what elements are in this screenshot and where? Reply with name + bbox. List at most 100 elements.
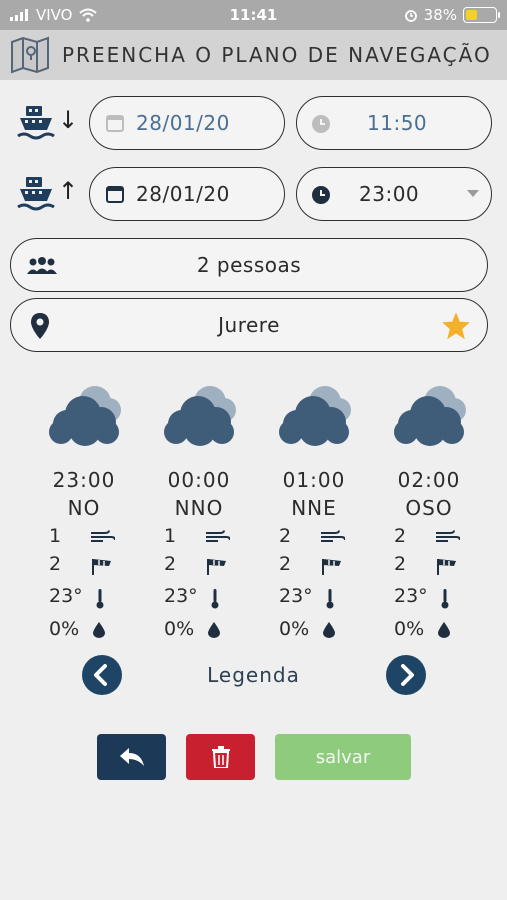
- ship-icon: [17, 106, 55, 140]
- forecast-wind: 1: [49, 525, 62, 547]
- return-date-field[interactable]: 28/01/20: [89, 167, 285, 221]
- wind-icon: [91, 530, 115, 542]
- trash-icon: [211, 746, 230, 768]
- forecast-rain-row: 0%: [49, 618, 105, 640]
- forecast-wave: 2: [279, 553, 292, 575]
- forecast-wind: 2: [279, 525, 292, 547]
- forecast-wind: 1: [164, 525, 177, 547]
- forecast-rain: 0%: [164, 618, 195, 640]
- forecast-rain-row: 0%: [279, 618, 335, 640]
- forecast-temp: 23°: [49, 585, 83, 607]
- return-time-field[interactable]: 23:00: [296, 167, 492, 221]
- forecast-wind-row: 1: [49, 525, 115, 547]
- thermometer-icon: [211, 589, 219, 609]
- forecast-column: 01:00 NNE 2 2 23° 0%: [275, 380, 385, 640]
- forecast-temp: 23°: [279, 585, 313, 607]
- forecast-rain: 0%: [49, 618, 80, 640]
- departure-row: ↓ 28/01/20 11:50: [0, 96, 507, 150]
- delete-button[interactable]: [186, 734, 255, 780]
- forecast-wind: 2: [394, 525, 407, 547]
- cloud-icon: [394, 386, 466, 446]
- departure-date-value: 28/01/20: [136, 111, 230, 135]
- arrow-down-icon: ↓: [58, 106, 79, 134]
- forecast-wave-row: 2: [49, 553, 111, 575]
- back-button[interactable]: [97, 734, 166, 780]
- forecast-rain: 0%: [394, 618, 425, 640]
- thermometer-icon: [96, 589, 104, 609]
- ship-icon: [17, 177, 55, 211]
- forecast-temp-row: 23°: [164, 585, 219, 609]
- status-bar: VIVO 11:41 38%: [0, 0, 507, 30]
- departure-time-value: 11:50: [367, 111, 428, 135]
- forecast-hour: 23:00: [52, 468, 116, 492]
- page-title: PREENCHA O PLANO DE NAVEGAÇÃO: [62, 43, 492, 67]
- wind-icon: [436, 530, 460, 542]
- location-value: Jurere: [218, 313, 280, 337]
- cloud-icon: [49, 386, 121, 446]
- clock-icon: [312, 115, 330, 133]
- forecast-wind-direction: NNE: [291, 496, 337, 520]
- rain-drop-icon: [93, 622, 105, 638]
- forecast-rain: 0%: [279, 618, 310, 640]
- departure-date-field[interactable]: 28/01/20: [89, 96, 285, 150]
- forecast-wind-row: 2: [279, 525, 345, 547]
- forecast-column: 23:00 NO 1 2 23° 0%: [45, 380, 155, 640]
- forecast-hour: 00:00: [167, 468, 231, 492]
- page-header: PREENCHA O PLANO DE NAVEGAÇÃO: [0, 30, 507, 80]
- legend-label[interactable]: Legenda: [0, 663, 507, 687]
- forecast-temp: 23°: [394, 585, 428, 607]
- windsock-icon: [322, 559, 341, 575]
- location-field[interactable]: Jurere: [10, 298, 488, 352]
- return-time-value: 23:00: [359, 182, 420, 206]
- forecast-wave-row: 2: [279, 553, 341, 575]
- action-bar: salvar: [0, 734, 507, 780]
- rain-drop-icon: [438, 622, 450, 638]
- calendar-icon: [106, 186, 124, 203]
- forecast-column: 00:00 NNO 1 2 23° 0%: [160, 380, 270, 640]
- forecast-wind-row: 2: [394, 525, 460, 547]
- forecast-wind-direction: OSO: [405, 496, 453, 520]
- people-value: 2 pessoas: [196, 253, 302, 277]
- forecast-wave-row: 2: [164, 553, 226, 575]
- dropdown-caret-icon: [467, 190, 479, 197]
- map-icon: [11, 36, 49, 74]
- status-right: 38%: [404, 6, 500, 24]
- forecast-temp: 23°: [164, 585, 198, 607]
- forecast-wave: 2: [394, 553, 407, 575]
- thermometer-icon: [441, 589, 449, 609]
- next-button[interactable]: [386, 655, 426, 695]
- forecast-wave-row: 2: [394, 553, 456, 575]
- battery-icon: [463, 7, 500, 23]
- cloud-icon: [279, 386, 351, 446]
- wind-icon: [206, 530, 230, 542]
- return-date-value: 28/01/20: [136, 182, 230, 206]
- arrow-up-icon: ↑: [58, 177, 79, 205]
- windsock-icon: [437, 559, 456, 575]
- forecast-wind-direction: NNO: [174, 496, 224, 520]
- save-button[interactable]: salvar: [275, 734, 411, 780]
- chevron-right-icon: [401, 664, 414, 686]
- alarm-icon: [404, 10, 417, 22]
- rain-drop-icon: [323, 622, 335, 638]
- cloud-icon: [164, 386, 236, 446]
- forecast-temp-row: 23°: [49, 585, 104, 609]
- forecast-hour: 01:00: [282, 468, 346, 492]
- battery-fill: [466, 10, 477, 20]
- return-row: ↑ 28/01/20 23:00: [0, 167, 507, 221]
- forecast-wave: 2: [49, 553, 62, 575]
- forecast-rain-row: 0%: [164, 618, 220, 640]
- windsock-icon: [207, 559, 226, 575]
- legend-row: Legenda: [0, 655, 507, 695]
- people-field[interactable]: 2 pessoas: [10, 238, 488, 292]
- calendar-icon: [106, 115, 124, 132]
- star-icon[interactable]: [441, 311, 471, 341]
- battery-percent: 38%: [423, 6, 457, 24]
- forecast-wind-row: 1: [164, 525, 230, 547]
- departure-time-field[interactable]: 11:50: [296, 96, 492, 150]
- wind-icon: [321, 530, 345, 542]
- forecast-wind-direction: NO: [67, 496, 101, 520]
- thermometer-icon: [326, 589, 334, 609]
- forecast-column: 02:00 OSO 2 2 23° 0%: [390, 380, 500, 640]
- forecast-temp-row: 23°: [279, 585, 334, 609]
- rain-drop-icon: [208, 622, 220, 638]
